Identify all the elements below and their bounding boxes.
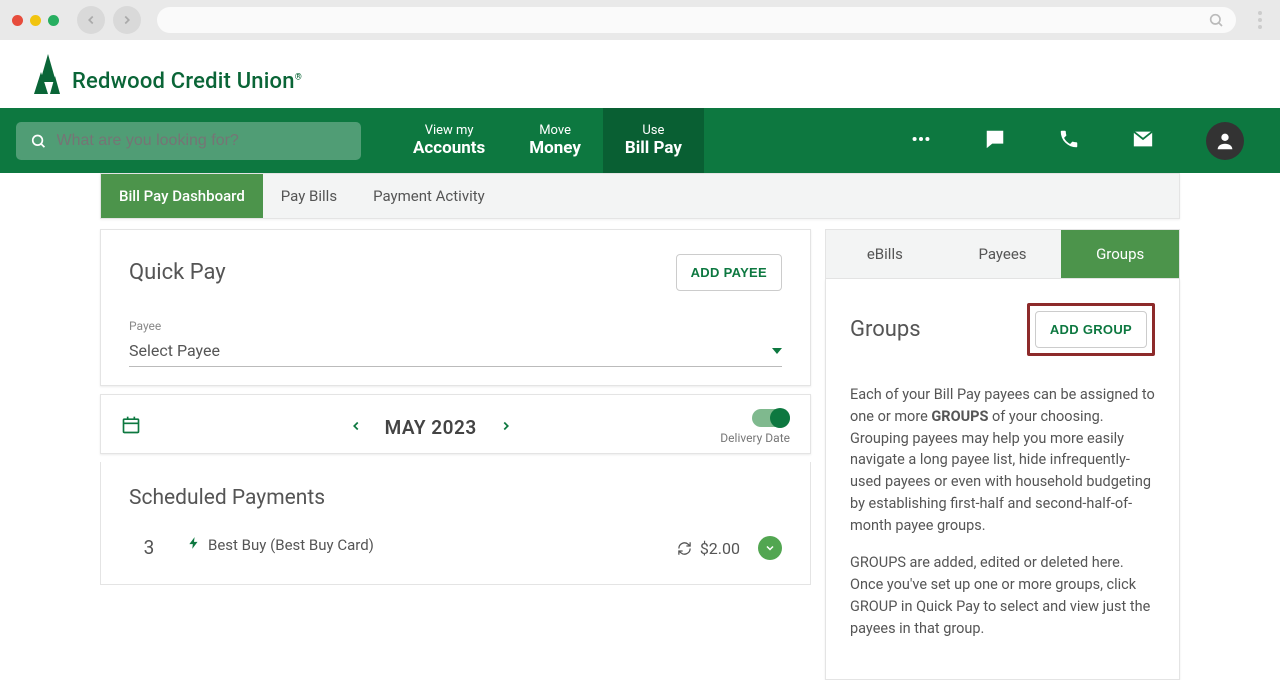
add-payee-button[interactable]: ADD PAYEE bbox=[676, 254, 782, 291]
site-search[interactable] bbox=[16, 122, 361, 160]
tab-pay-bills[interactable]: Pay Bills bbox=[263, 174, 355, 218]
delivery-date-label: Delivery Date bbox=[720, 431, 790, 445]
browser-menu[interactable] bbox=[1252, 11, 1268, 29]
payee-select[interactable]: Select Payee bbox=[129, 335, 782, 367]
search-icon bbox=[1208, 12, 1224, 28]
nav-accounts[interactable]: View my Accounts bbox=[391, 108, 507, 173]
delivery-date-toggle[interactable] bbox=[752, 409, 790, 427]
payee-value: Select Payee bbox=[129, 341, 220, 360]
quick-pay-title: Quick Pay bbox=[129, 260, 226, 285]
brand-logo[interactable]: Redwood Credit Union® bbox=[34, 54, 1246, 94]
close-window[interactable] bbox=[12, 15, 23, 26]
scheduled-payments-title: Scheduled Payments bbox=[129, 486, 782, 510]
tab-dashboard[interactable]: Bill Pay Dashboard bbox=[101, 174, 263, 218]
scheduled-row: 3 Best Buy (Best Buy Card) $2.00 bbox=[129, 536, 782, 560]
scheduled-payments-card: Scheduled Payments 3 Best Buy (Best Buy … bbox=[100, 462, 811, 585]
tree-icon bbox=[34, 54, 62, 94]
month-label: MAY 2023 bbox=[385, 416, 477, 439]
maximize-window[interactable] bbox=[48, 15, 59, 26]
scheduled-payee: Best Buy (Best Buy Card) bbox=[208, 536, 374, 554]
month-selector-card: MAY 2023 Delivery Date bbox=[100, 394, 811, 454]
nav-bill-pay[interactable]: Use Bill Pay bbox=[603, 108, 704, 173]
payee-label: Payee bbox=[129, 319, 782, 333]
add-group-button[interactable]: ADD GROUP bbox=[1035, 311, 1147, 348]
tab-payment-activity[interactable]: Payment Activity bbox=[355, 174, 503, 218]
recurring-icon bbox=[677, 541, 692, 556]
browser-chrome bbox=[0, 0, 1280, 40]
minimize-window[interactable] bbox=[30, 15, 41, 26]
right-tabs: eBills Payees Groups bbox=[825, 229, 1180, 279]
address-bar[interactable] bbox=[157, 7, 1236, 33]
profile-avatar[interactable] bbox=[1206, 122, 1244, 160]
quick-pay-card: Quick Pay ADD PAYEE Payee Select Payee bbox=[100, 229, 811, 386]
chat-icon[interactable] bbox=[984, 128, 1006, 154]
add-group-highlight: ADD GROUP bbox=[1027, 303, 1155, 356]
scheduled-day: 3 bbox=[129, 536, 169, 559]
back-button[interactable] bbox=[77, 6, 105, 34]
expand-row-button[interactable] bbox=[758, 536, 782, 560]
tab-groups[interactable]: Groups bbox=[1061, 230, 1179, 278]
window-controls bbox=[12, 15, 59, 26]
scheduled-amount: $2.00 bbox=[700, 539, 740, 558]
logo-row: Redwood Credit Union® bbox=[0, 40, 1280, 108]
phone-icon[interactable] bbox=[1058, 128, 1080, 154]
search-icon bbox=[30, 132, 47, 150]
forward-button[interactable] bbox=[113, 6, 141, 34]
tab-ebills[interactable]: eBills bbox=[826, 230, 944, 278]
groups-description-2: GROUPS are added, edited or deleted here… bbox=[850, 552, 1155, 639]
primary-nav: View my Accounts Move Money Use Bill Pay bbox=[0, 108, 1280, 173]
bolt-icon bbox=[187, 536, 201, 550]
tab-payees[interactable]: Payees bbox=[944, 230, 1062, 278]
nav-money[interactable]: Move Money bbox=[507, 108, 603, 173]
billpay-subnav: Bill Pay Dashboard Pay Bills Payment Act… bbox=[100, 173, 1180, 219]
more-icon[interactable] bbox=[910, 128, 932, 154]
chevron-down-icon bbox=[772, 348, 782, 354]
groups-title: Groups bbox=[850, 317, 921, 342]
prev-month-button[interactable] bbox=[345, 413, 367, 442]
groups-description-1: Each of your Bill Pay payees can be assi… bbox=[850, 384, 1155, 536]
search-input[interactable] bbox=[57, 132, 348, 150]
brand-name: Redwood Credit Union bbox=[72, 69, 295, 94]
person-icon bbox=[1214, 130, 1236, 152]
mail-icon[interactable] bbox=[1132, 128, 1154, 154]
calendar-icon[interactable] bbox=[121, 415, 141, 439]
next-month-button[interactable] bbox=[495, 413, 517, 442]
